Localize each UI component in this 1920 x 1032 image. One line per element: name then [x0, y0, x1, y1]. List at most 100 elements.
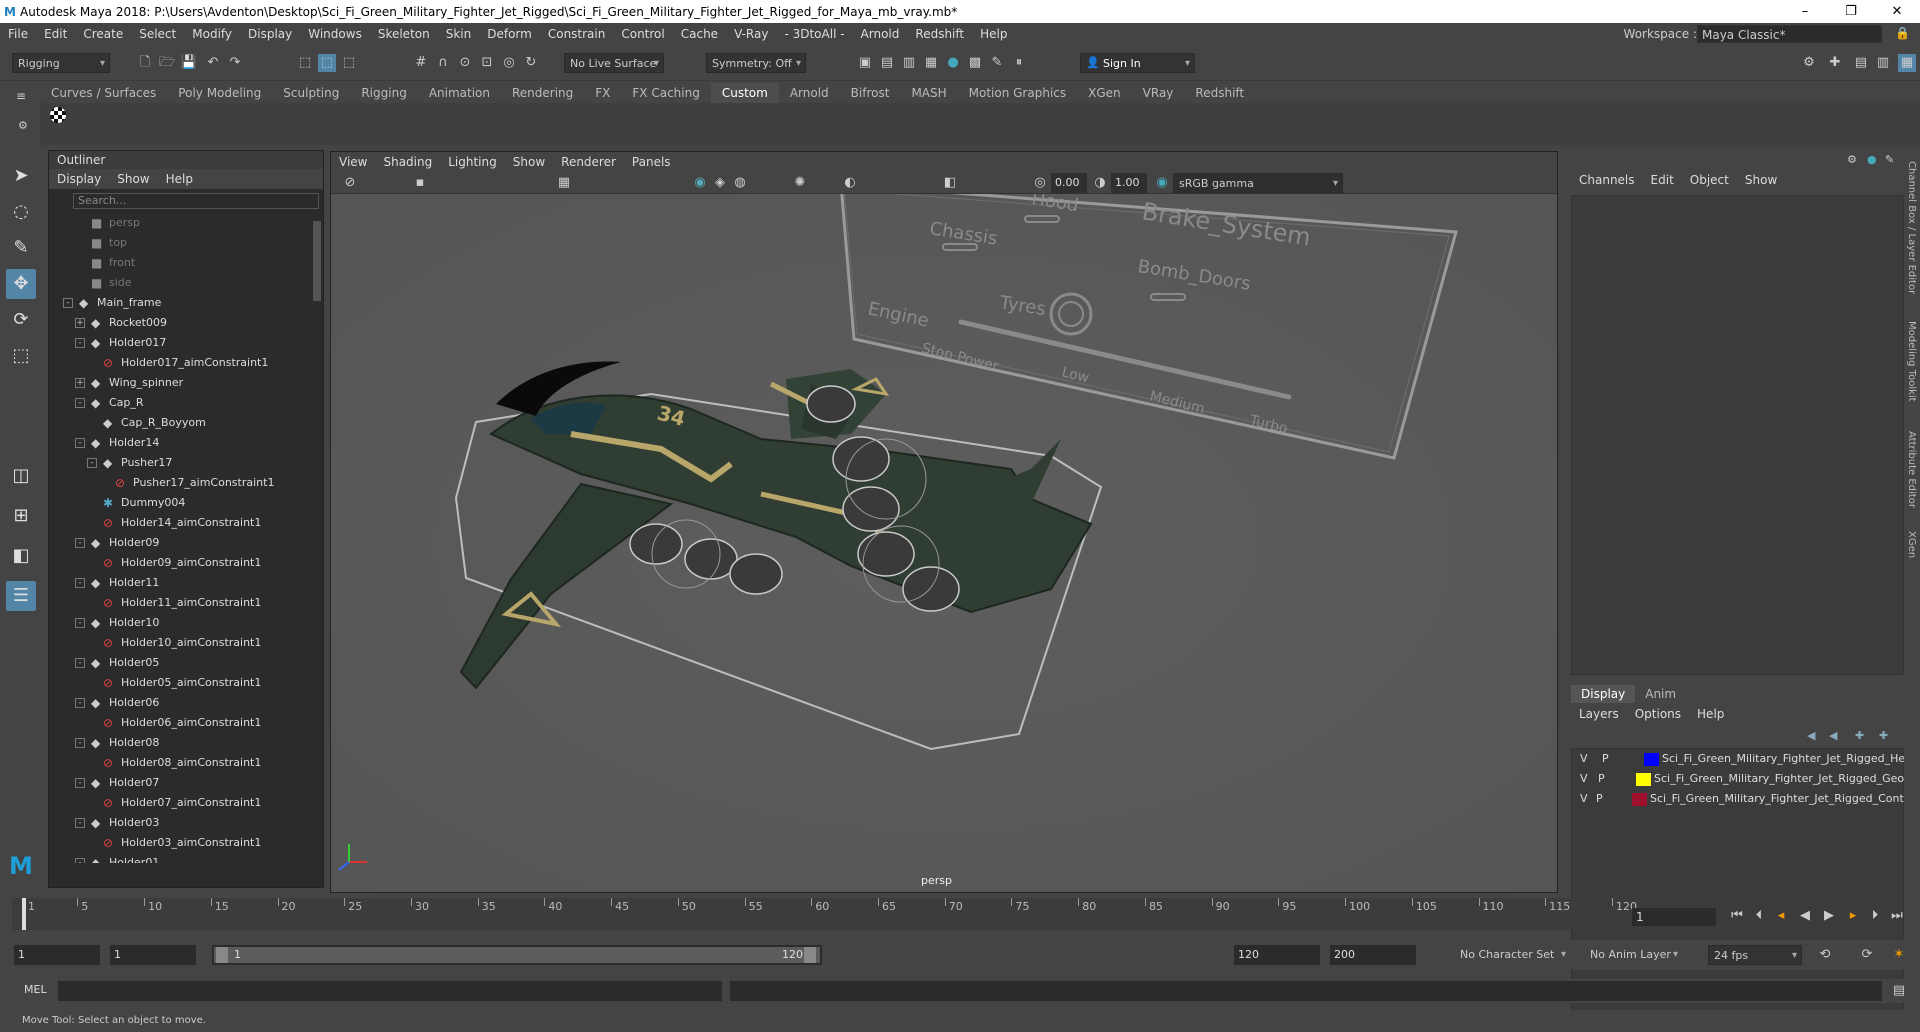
- expand-toggle-icon[interactable]: -: [63, 298, 73, 308]
- viewport-menu-panels[interactable]: Panels: [624, 155, 679, 169]
- menu-arnold[interactable]: Arnold: [853, 27, 908, 41]
- viewport-menu-shading[interactable]: Shading: [375, 155, 440, 169]
- expand-toggle-icon[interactable]: -: [75, 778, 85, 788]
- select-component-icon[interactable]: ⬚: [340, 54, 358, 72]
- toggle-panel-icon-1[interactable]: ⚙: [1800, 54, 1818, 72]
- mel-label[interactable]: MEL: [24, 983, 47, 996]
- snap-surface-icon[interactable]: ◎: [500, 54, 518, 72]
- outliner-item[interactable]: ⊘ Holder09_aimConstraint1: [49, 553, 311, 573]
- side-tab-modeling-toolkit[interactable]: Modeling Toolkit: [1906, 321, 1917, 402]
- loop-icon[interactable]: ⟲: [1816, 946, 1834, 964]
- shelf-tab-mash[interactable]: MASH: [900, 83, 957, 103]
- viewport-menu-show[interactable]: Show: [505, 155, 553, 169]
- single-view-icon[interactable]: ◫: [6, 461, 36, 491]
- shelf-tab-vray[interactable]: VRay: [1132, 83, 1185, 103]
- outliner-item[interactable]: ⊘ Holder14_aimConstraint1: [49, 513, 311, 533]
- cb-menu-show[interactable]: Show: [1737, 173, 1785, 187]
- layer-playback[interactable]: P: [1598, 769, 1605, 789]
- cb-icon-2[interactable]: ●: [1867, 153, 1877, 166]
- outliner-item[interactable]: ⊘ Holder07_aimConstraint1: [49, 793, 311, 813]
- outliner-menu-display[interactable]: Display: [49, 172, 109, 186]
- auto-key-icon[interactable]: ⟳: [1858, 946, 1876, 964]
- step-back-key-icon[interactable]: ⏴: [1750, 906, 1768, 926]
- shelf-tab-animation[interactable]: Animation: [418, 83, 501, 103]
- expand-toggle-icon[interactable]: -: [75, 538, 85, 548]
- lock-icon[interactable]: 🔒: [1895, 26, 1910, 40]
- expand-toggle-icon[interactable]: +: [75, 318, 85, 328]
- rotate-tool-icon[interactable]: ⟳: [6, 305, 36, 335]
- select-hierarchy-icon[interactable]: ⬚: [296, 54, 314, 72]
- channel-box-toggle-icon[interactable]: ▦: [1898, 54, 1916, 72]
- color-management-icon[interactable]: ◉: [1153, 174, 1171, 192]
- outliner-item[interactable]: + ◆ Wing_spinner: [49, 373, 311, 393]
- expand-toggle-icon[interactable]: -: [87, 458, 97, 468]
- symmetry-dropdown[interactable]: Symmetry: Off: [706, 53, 806, 73]
- time-slider[interactable]: 1 5 10 15 20 25 30 35 40 45 50 55 60 65 70 75 80 85 90 95 10…: [12, 898, 1637, 930]
- outliner-item[interactable]: - ◆ Holder14: [49, 433, 311, 453]
- new-scene-icon[interactable]: 🗋: [136, 54, 154, 72]
- outliner-search-input[interactable]: Search...: [73, 193, 319, 209]
- cb-icon-1[interactable]: ⚙: [1847, 153, 1857, 166]
- viewport-menu-view[interactable]: View: [331, 155, 375, 169]
- expand-toggle-icon[interactable]: -: [75, 698, 85, 708]
- go-to-end-icon[interactable]: ⏭: [1888, 906, 1906, 926]
- cb-icon-3[interactable]: ✎: [1885, 153, 1894, 166]
- camera-attr-icon[interactable]: ▪: [411, 174, 429, 192]
- step-forward-frame-icon[interactable]: ▸: [1844, 906, 1862, 926]
- outliner-item[interactable]: - ◆ Holder05: [49, 653, 311, 673]
- outliner-item[interactable]: ⊘ Holder03_aimConstraint1: [49, 833, 311, 853]
- range-end-handle[interactable]: [804, 947, 816, 963]
- viewport-canvas[interactable]: Brake_System Chassis Hood Bomb_Doors Tyr…: [331, 194, 1557, 892]
- shelf-tab-fx-caching[interactable]: FX Caching: [621, 83, 710, 103]
- menu-deform[interactable]: Deform: [479, 27, 540, 41]
- toggle-panel-icon-3[interactable]: ▤: [1852, 54, 1870, 72]
- snap-point-icon[interactable]: ⊙: [456, 54, 474, 72]
- shelf-tab-fx[interactable]: FX: [584, 83, 621, 103]
- render-current-icon[interactable]: ▣: [856, 54, 874, 72]
- toggle-panel-icon-4[interactable]: ▥: [1874, 54, 1892, 72]
- lasso-tool-icon[interactable]: ◌: [6, 197, 36, 227]
- maximize-button[interactable]: ❐: [1828, 0, 1874, 23]
- outliner-item[interactable]: - ◆ Holder08: [49, 733, 311, 753]
- expand-toggle-icon[interactable]: +: [75, 378, 85, 388]
- expand-toggle-icon[interactable]: -: [75, 738, 85, 748]
- grid-icon[interactable]: ▦: [555, 174, 573, 192]
- layer-color-swatch[interactable]: [1636, 773, 1651, 786]
- outliner-item[interactable]: ■ front: [49, 253, 311, 273]
- outliner-item[interactable]: ◆ Cap_R_Boyyom: [49, 413, 311, 433]
- render-sequence-icon[interactable]: ▤: [878, 54, 896, 72]
- layer-color-swatch[interactable]: [1632, 793, 1647, 806]
- outliner-item[interactable]: ⊘ Holder017_aimConstraint1: [49, 353, 311, 373]
- go-to-start-icon[interactable]: ⏮: [1728, 906, 1746, 926]
- menu-vray[interactable]: V-Ray: [726, 27, 776, 41]
- playback-end-field[interactable]: 120: [1234, 945, 1320, 965]
- menu-redshift[interactable]: Redshift: [907, 27, 972, 41]
- layer-icon-4[interactable]: ✚: [1879, 729, 1888, 742]
- hypershade-icon[interactable]: ●: [944, 54, 962, 72]
- viewport-menu-lighting[interactable]: Lighting: [440, 155, 505, 169]
- range-slider[interactable]: 1 120: [212, 945, 822, 965]
- shelf-tab-redshift[interactable]: Redshift: [1184, 83, 1255, 103]
- gamma-icon[interactable]: ◑: [1091, 174, 1109, 192]
- expand-toggle-icon[interactable]: -: [75, 818, 85, 828]
- anim-prefs-icon[interactable]: ✶: [1890, 946, 1908, 964]
- select-object-icon[interactable]: ⬚: [318, 54, 336, 72]
- close-button[interactable]: ✕: [1874, 0, 1920, 23]
- outliner-item[interactable]: - ◆ Cap_R: [49, 393, 311, 413]
- side-tab-attribute-editor[interactable]: Attribute Editor: [1906, 431, 1917, 508]
- menu-skeleton[interactable]: Skeleton: [370, 27, 438, 41]
- layer-tab-display[interactable]: Display: [1571, 685, 1636, 703]
- expand-toggle-icon[interactable]: -: [75, 338, 85, 348]
- outliner-item[interactable]: ⊘ Holder08_aimConstraint1: [49, 753, 311, 773]
- checker-shelf-icon[interactable]: [50, 107, 66, 123]
- outliner-item[interactable]: - ◆ Pusher17: [49, 453, 311, 473]
- outliner-item[interactable]: - ◆ Holder03: [49, 813, 311, 833]
- outliner-item[interactable]: ⊘ Pusher17_aimConstraint1: [49, 473, 311, 493]
- ipr-render-icon[interactable]: ▥: [900, 54, 918, 72]
- outliner-item[interactable]: - ◆ Holder07: [49, 773, 311, 793]
- expand-toggle-icon[interactable]: -: [75, 658, 85, 668]
- outliner-item[interactable]: ⊘ Holder05_aimConstraint1: [49, 673, 311, 693]
- menu-modify[interactable]: Modify: [184, 27, 240, 41]
- menu-cache[interactable]: Cache: [673, 27, 726, 41]
- scale-tool-icon[interactable]: ⬚: [6, 341, 36, 371]
